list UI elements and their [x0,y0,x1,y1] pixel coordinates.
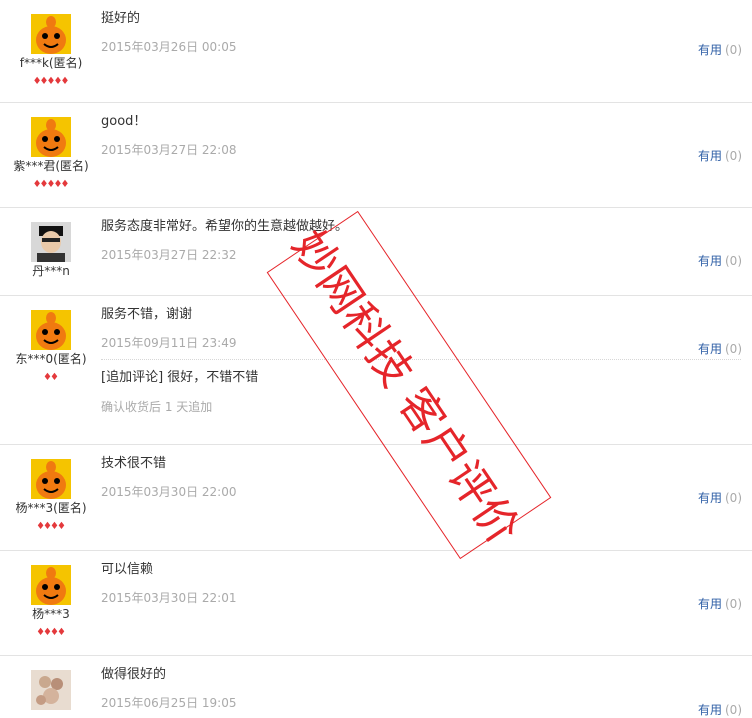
review-content: 技术很不错 2015年03月30日 22:00 [101,456,236,499]
rating: ♦♦♦♦♦ [0,177,102,190]
useful-count: (0) [725,149,742,163]
reviewer-name: 杨***3 [32,607,70,621]
review-item: 紫***君(匿名) ♦♦♦♦♦ good！ 2015年03月27日 22:08 … [0,103,752,208]
useful-count: (0) [725,491,742,505]
useful-vote: 有用 (0) [698,41,742,58]
useful-count: (0) [725,597,742,611]
appended-review-text: [追加评论] 很好，不错不错 [101,370,259,385]
heart-diamond-icon: ♦ [56,521,66,532]
reviewer-name: f***k(匿名) [19,56,83,70]
rating: ♦♦♦♦ [0,519,102,532]
reviewer: 紫***君(匿名) ♦♦♦♦♦ [0,103,102,190]
review-content: 服务不错，谢谢 2015年09月11日 23:49 [追加评论] 很好，不错不错… [101,307,741,414]
reviewer: 东***0(匿名) ♦♦ [0,296,102,383]
review-text: 服务不错，谢谢 [101,307,193,322]
review-text: 挺好的 [101,11,141,26]
heart-diamond-icon: ♦ [56,627,66,638]
review-item: f***k(匿名) ♦♦♦♦♦ 挺好的 2015年03月26日 00:05 有用… [0,0,752,103]
reviewer-name: 东***0(匿名) [15,352,87,366]
useful-button[interactable]: 有用 [698,149,722,163]
avatar[interactable] [0,117,102,157]
useful-vote: 有用 (0) [698,340,742,357]
review-content: 挺好的 2015年03月26日 00:05 [101,11,236,54]
useful-button[interactable]: 有用 [698,491,722,505]
useful-count: (0) [725,43,742,57]
rating: ♦♦♦♦♦ [0,74,102,87]
useful-vote: 有用 (0) [698,595,742,612]
useful-vote: 有用 (0) [698,147,742,164]
review-date: 2015年03月26日 00:05 [101,40,237,54]
useful-count: (0) [725,342,742,356]
reviewer: 杨***3(匿名) ♦♦♦♦ [0,445,102,532]
appended-review: [追加评论] 很好，不错不错 确认收货后 1 天追加 [101,359,741,414]
heart-diamond-icon: ♦ [60,76,70,87]
rating: ♦♦ [0,370,102,383]
heart-diamond-icon: ♦ [60,179,70,190]
useful-button[interactable]: 有用 [698,254,722,268]
reviewer: f***k(匿名) ♦♦♦♦♦ [0,0,102,87]
reviewer: 杨***3 ♦♦♦♦ [0,551,102,638]
review-content: 可以信赖 2015年03月30日 22:01 [101,562,236,605]
reviewer-name: 丹***n [32,264,70,278]
appended-review-note: 确认收货后 1 天追加 [101,400,213,414]
useful-button[interactable]: 有用 [698,43,722,57]
review-date: 2015年06月25日 19:05 [101,696,237,710]
useful-button[interactable]: 有用 [698,597,722,611]
useful-button[interactable]: 有用 [698,342,722,356]
review-content: 做得很好的 2015年06月25日 19:05 [101,667,236,710]
review-item: 做得很好的 2015年06月25日 19:05 有用 (0) [0,656,752,718]
review-date: 2015年09月11日 23:49 [101,336,237,350]
avatar[interactable] [0,14,102,54]
rating: ♦♦♦♦ [0,625,102,638]
avatar[interactable] [0,222,102,262]
review-text: 可以信赖 [101,562,154,577]
reviewer-name: 杨***3(匿名) [15,501,87,515]
useful-vote: 有用 (0) [698,701,742,718]
avatar[interactable] [0,459,102,499]
useful-vote: 有用 (0) [698,252,742,269]
review-text: good！ [101,114,147,129]
avatar[interactable] [0,565,102,605]
useful-vote: 有用 (0) [698,489,742,506]
review-item: 杨***3(匿名) ♦♦♦♦ 技术很不错 2015年03月30日 22:00 有… [0,445,752,551]
review-text: 技术很不错 [101,456,167,471]
review-item: 杨***3 ♦♦♦♦ 可以信赖 2015年03月30日 22:01 有用 (0) [0,551,752,656]
reviewer-name: 紫***君(匿名) [13,159,89,173]
reviewer: 丹***n [0,208,102,278]
avatar[interactable] [0,670,102,710]
review-date: 2015年03月30日 22:01 [101,591,237,605]
review-content: good！ 2015年03月27日 22:08 [101,114,236,157]
review-date: 2015年03月27日 22:08 [101,143,237,157]
reviewer [0,656,102,712]
heart-diamond-icon: ♦ [50,372,59,383]
useful-count: (0) [725,254,742,268]
avatar[interactable] [0,310,102,350]
review-date: 2015年03月30日 22:00 [101,485,237,499]
review-text: 做得很好的 [101,667,167,682]
